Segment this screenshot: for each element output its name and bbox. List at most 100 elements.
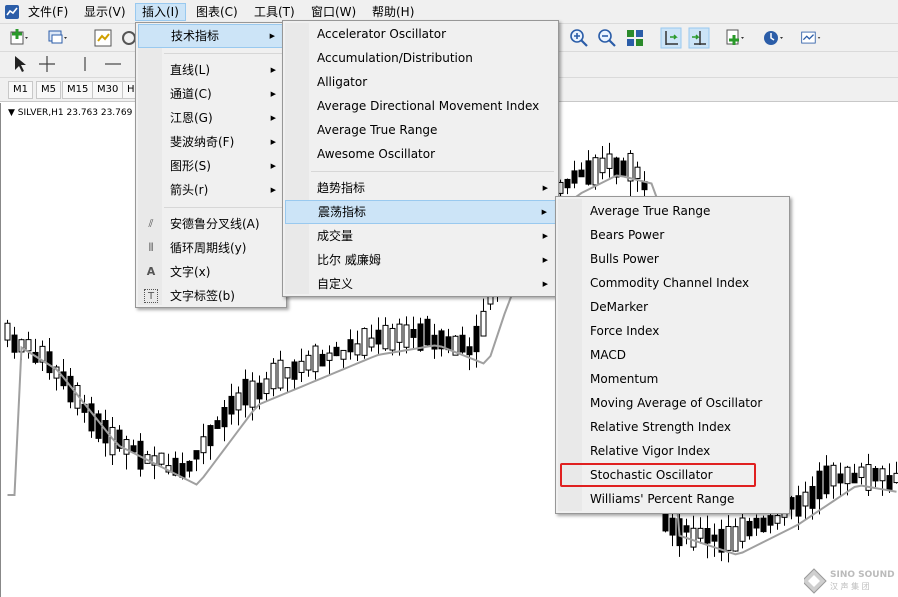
candle-body [284,367,291,379]
candle-body [263,378,270,395]
candle-body [46,351,53,374]
menu-item-label: Commodity Channel Index [590,276,750,290]
menu-item-volumes[interactable]: 成交量 ▶ [285,224,556,248]
menu-item-trend[interactable]: 趋势指标 ▶ [285,176,556,200]
indicators-toolbar-icon[interactable] [724,27,746,49]
candle-body [389,327,396,351]
timeframe-m15[interactable]: M15 [62,81,94,99]
menu-item-bill-williams[interactable]: 比尔 威廉姆 ▶ [285,248,556,272]
candle-body [25,339,32,352]
menu-insert[interactable]: 插入(I) [135,3,186,21]
candle-body [599,157,606,174]
profiles-icon[interactable] [46,27,68,49]
text-label-icon: T [144,289,158,303]
menu-item-atr[interactable]: Average True Range [285,118,556,142]
candle-body [858,466,865,479]
submenu-arrow-icon: ▶ [270,186,276,194]
templates-icon[interactable] [800,27,822,49]
menu-tools[interactable]: 工具(T) [248,3,301,21]
menu-item-custom[interactable]: 自定义 ▶ [285,272,556,296]
menu-item-gann[interactable]: 江恩(G) ▶ [138,106,284,130]
menu-item-text[interactable]: A 文字(x) [138,260,284,284]
market-watch-icon[interactable] [92,27,114,49]
menu-item-osc-atr[interactable]: Average True Range [558,199,787,223]
candle-body [711,534,718,542]
timeframe-m5[interactable]: M5 [36,81,61,99]
menu-separator [164,207,282,208]
candle-body [802,491,809,507]
menu-item-label: 成交量 [317,229,354,243]
menu-item-label: Momentum [590,372,659,386]
menu-item-cci[interactable]: Commodity Channel Index [558,271,787,295]
menu-charts[interactable]: 图表(C) [190,3,244,21]
menu-item-osma[interactable]: Moving Average of Oscillator [558,391,787,415]
candle-body [823,465,830,495]
menu-item-indicators[interactable]: 技术指标 ▶ [138,24,284,48]
menu-item-cycle-lines[interactable]: ⦀ 循环周期线(y) [138,236,284,260]
menu-item-label: 趋势指标 [317,181,366,195]
sino-sound-logo: SINO SOUND 汉 声 集 团 [804,568,895,594]
menu-item-lines[interactable]: 直线(L) ▶ [138,58,284,82]
logo-brand-text: SINO SOUND [830,570,895,580]
menu-item-alligator[interactable]: Alligator [285,70,556,94]
menu-item-oscillators[interactable]: 震荡指标 ▶ [285,200,556,224]
candle-body [690,527,697,548]
stochastic-highlight-box [560,463,756,487]
candle-body [774,515,781,524]
zoom-out-icon[interactable] [596,27,618,49]
menu-item-arrows[interactable]: 箭头(r) ▶ [138,178,284,202]
vertical-line-icon[interactable] [74,53,96,75]
candle-body [578,169,585,178]
menu-item-awesome[interactable]: Awesome Oscillator [285,142,556,166]
menu-help[interactable]: 帮助(H) [366,3,420,21]
menu-item-demarker[interactable]: DeMarker [558,295,787,319]
chart-symbol-text: SILVER,H1 23.763 23.769 [17,108,133,118]
menu-item-text-label[interactable]: T 文字标签(b) [138,284,284,308]
crosshair-icon[interactable] [36,53,58,75]
menu-item-channels[interactable]: 通道(C) ▶ [138,82,284,106]
menu-item-label: 自定义 [317,277,354,291]
menu-file[interactable]: 文件(F) [22,3,74,21]
menu-item-bulls-power[interactable]: Bulls Power [558,247,787,271]
candle-body [830,464,837,487]
periods-icon[interactable] [762,27,784,49]
menu-item-momentum[interactable]: Momentum [558,367,787,391]
submenu-arrow-icon: ▶ [541,208,547,216]
autoscroll-icon[interactable] [688,27,710,49]
menu-item-label: Moving Average of Oscillator [590,396,763,410]
menu-item-fibonacci[interactable]: 斐波纳奇(F) ▶ [138,130,284,154]
timeframe-m1[interactable]: M1 [8,81,33,99]
zoom-in-icon[interactable] [568,27,590,49]
menu-item-adx[interactable]: Average Directional Movement Index [285,94,556,118]
menu-item-accelerator[interactable]: Accelerator Oscillator [285,22,556,46]
menu-item-label: 技术指标 [171,29,220,43]
timeframe-m30[interactable]: M30 [92,81,124,99]
candle-body [725,525,732,551]
candle-body [480,310,487,337]
chart-label-arrow-icon: ▼ [8,108,18,118]
menu-item-williams[interactable]: Williams' Percent Range [558,487,787,511]
candle-body [473,325,480,353]
chart-symbol-label: ▼ SILVER,H1 23.763 23.769 [8,108,132,118]
menu-window[interactable]: 窗口(W) [305,3,362,21]
menu-item-rvi[interactable]: Relative Vigor Index [558,439,787,463]
menu-item-shapes[interactable]: 图形(S) ▶ [138,154,284,178]
horizontal-line-icon[interactable] [102,53,124,75]
menu-item-accumulation[interactable]: Accumulation/Distribution [285,46,556,70]
tile-windows-icon[interactable] [624,27,646,49]
candle-body [179,463,186,478]
menu-item-force-index[interactable]: Force Index [558,319,787,343]
chart-shift-icon[interactable] [660,27,682,49]
candle-body [669,517,676,536]
candle-body [305,354,312,371]
menu-view[interactable]: 显示(V) [78,3,132,21]
menu-item-andrews-pitchfork[interactable]: ⫽ 安德鲁分叉线(A) [138,212,284,236]
menu-item-rsi[interactable]: Relative Strength Index [558,415,787,439]
candle-body [11,334,18,353]
menu-item-macd[interactable]: MACD [558,343,787,367]
new-chart-icon[interactable] [8,27,30,49]
menu-item-bears-power[interactable]: Bears Power [558,223,787,247]
menu-item-label: 直线(L) [170,63,211,77]
cursor-icon[interactable] [8,53,30,75]
candle-body [207,425,214,447]
